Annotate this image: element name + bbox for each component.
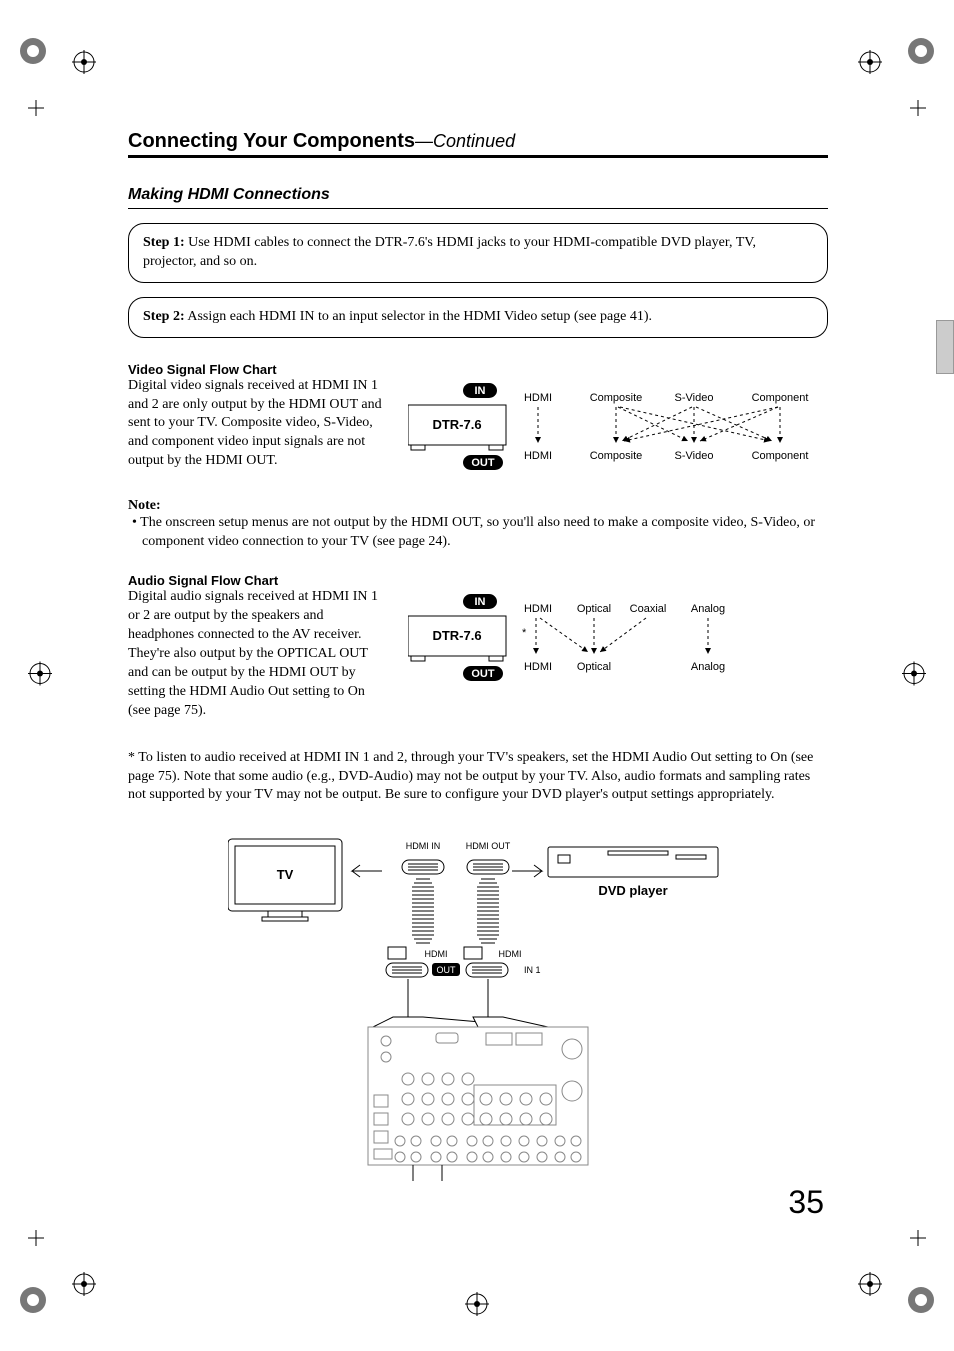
svg-text:OUT: OUT — [437, 965, 457, 975]
svg-text:HDMI: HDMI — [524, 661, 552, 673]
page-heading-main: Connecting Your Components — [128, 130, 415, 153]
svg-text:IN: IN — [475, 596, 486, 608]
registration-mark-icon — [906, 36, 936, 66]
svg-text:DTR-7.6: DTR-7.6 — [432, 628, 481, 643]
svg-text:Optical: Optical — [577, 661, 611, 673]
svg-text:Composite: Composite — [590, 450, 643, 462]
cross-icon — [28, 1230, 44, 1251]
video-flow-diagram: DTR-7.6 IN OUT HDMI Composite S-Video Co… — [408, 377, 828, 492]
crosshair-icon — [72, 50, 96, 79]
svg-text:HDMI OUT: HDMI OUT — [466, 841, 511, 851]
step-1-label: Step 1: — [143, 235, 185, 250]
registration-mark-icon — [18, 1285, 48, 1315]
asterisk-note: * To listen to audio received at HDMI IN… — [128, 749, 828, 806]
crosshair-icon — [858, 50, 882, 79]
out-badge: OUT — [471, 457, 495, 469]
crosshair-icon — [28, 661, 52, 690]
audio-flow-diagram: DTR-7.6 IN OUT HDMI Optical Coaxial Anal… — [408, 588, 828, 703]
step-2-text: Assign each HDMI IN to an input selector… — [185, 309, 652, 324]
svg-text:DVD player: DVD player — [598, 883, 667, 898]
crosshair-icon — [72, 1272, 96, 1301]
page-heading: Connecting Your Components —Continued — [128, 130, 828, 158]
cross-icon — [28, 100, 44, 121]
svg-text:Optical: Optical — [577, 603, 611, 615]
step-1-text: Use HDMI cables to connect the DTR-7.6's… — [143, 235, 756, 269]
svg-text:TV: TV — [277, 867, 294, 882]
step-1-box: Step 1: Use HDMI cables to connect the D… — [128, 223, 828, 283]
svg-text:Coaxial: Coaxial — [630, 603, 667, 615]
note-title: Note: — [128, 498, 828, 514]
in-badge: IN — [475, 385, 486, 397]
svg-text:IN 1: IN 1 — [524, 965, 541, 975]
page-number: 35 — [788, 1184, 824, 1221]
crosshair-icon — [858, 1272, 882, 1301]
audio-flow-body: Digital audio signals received at HDMI I… — [128, 588, 388, 720]
video-flow-body: Digital video signals received at HDMI I… — [128, 377, 388, 471]
svg-text:Component: Component — [752, 450, 809, 462]
svg-text:HDMI: HDMI — [524, 392, 552, 404]
page-heading-continued: —Continued — [415, 131, 515, 152]
step-2-label: Step 2: — [143, 309, 185, 324]
svg-text:HDMI: HDMI — [524, 603, 552, 615]
hookup-diagram: TV DVD player HDMI IN HDMI OUT — [128, 827, 828, 1187]
registration-mark-icon — [18, 36, 48, 66]
section-heading: Making HDMI Connections — [128, 186, 828, 209]
svg-text:Component: Component — [752, 392, 809, 404]
note-body: • The onscreen setup menus are not outpu… — [142, 514, 828, 552]
svg-text:HDMI: HDMI — [499, 949, 522, 959]
cross-icon — [910, 100, 926, 121]
step-2-box: Step 2: Assign each HDMI IN to an input … — [128, 297, 828, 338]
svg-text:Analog: Analog — [691, 603, 725, 615]
svg-text:S-Video: S-Video — [675, 450, 714, 462]
edge-tab — [936, 320, 954, 374]
registration-mark-icon — [906, 1285, 936, 1315]
svg-text:HDMI: HDMI — [524, 450, 552, 462]
audio-flow-title: Audio Signal Flow Chart — [128, 573, 828, 588]
svg-text:*: * — [522, 627, 527, 639]
svg-text:HDMI IN: HDMI IN — [406, 841, 441, 851]
svg-text:Composite: Composite — [590, 392, 643, 404]
crosshair-icon — [465, 1292, 489, 1321]
cross-icon — [910, 1230, 926, 1251]
svg-text:Analog: Analog — [691, 661, 725, 673]
svg-text:HDMI: HDMI — [425, 949, 448, 959]
crosshair-icon — [902, 661, 926, 690]
device-label: DTR-7.6 — [432, 417, 481, 432]
svg-text:OUT: OUT — [471, 668, 495, 680]
svg-text:S-Video: S-Video — [675, 392, 714, 404]
video-flow-title: Video Signal Flow Chart — [128, 362, 828, 377]
